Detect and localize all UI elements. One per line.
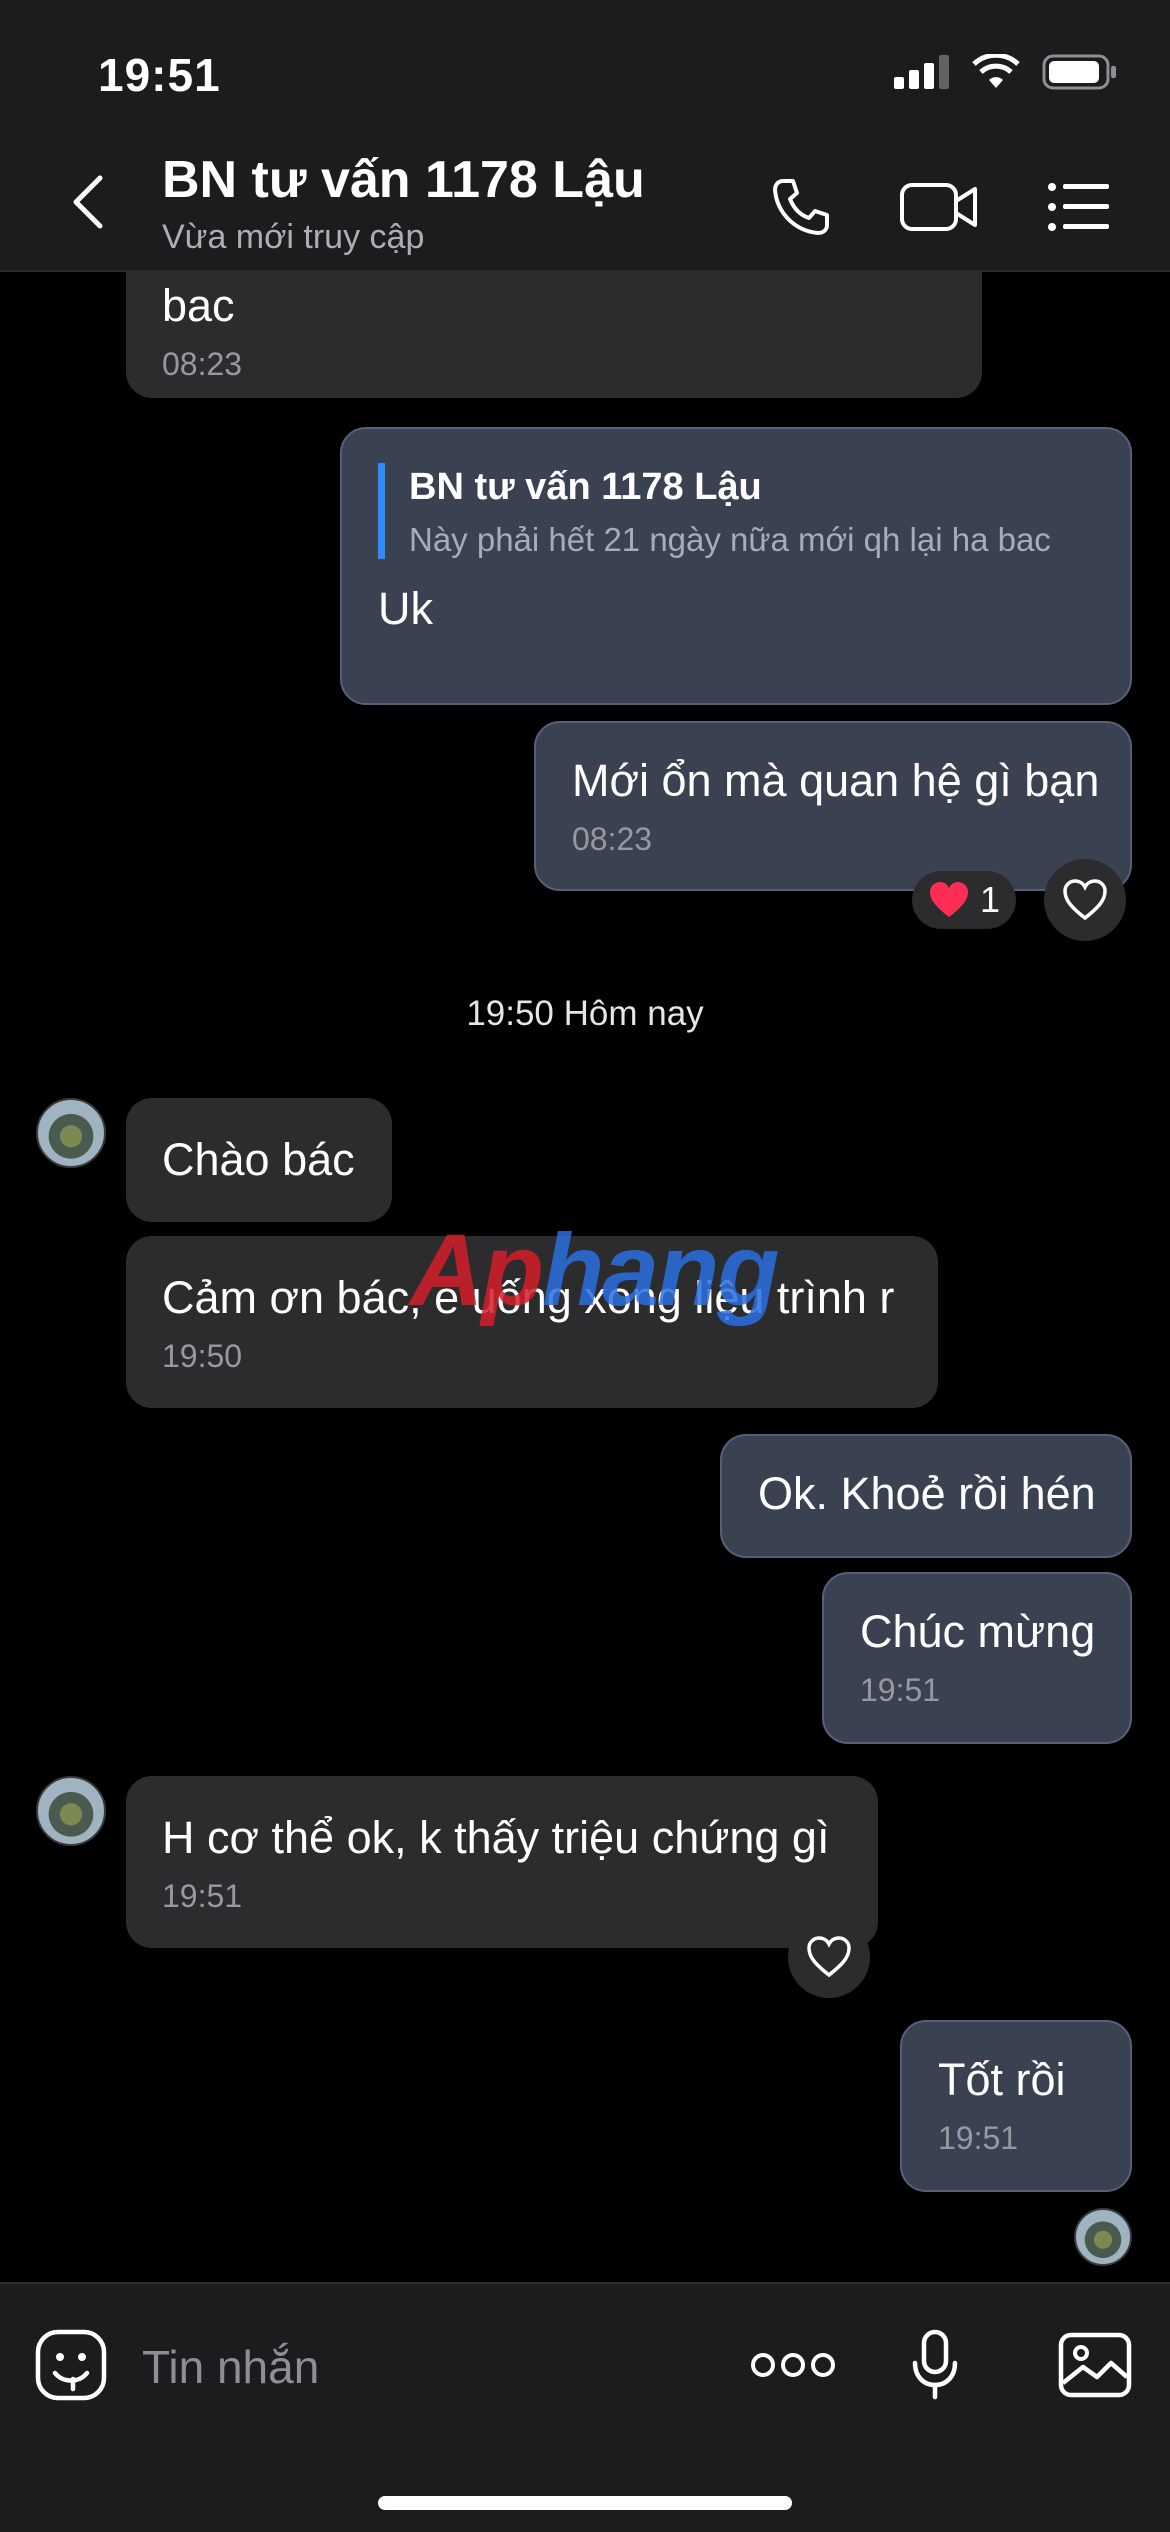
message-time: 19:50 xyxy=(162,1338,243,1374)
quoted-message[interactable]: BN tư vấn 1178 Lậu Này phải hết 21 ngày … xyxy=(378,463,1094,559)
message-time: 19:51 xyxy=(162,1878,243,1914)
avatar[interactable] xyxy=(36,1776,106,1846)
quote-author: BN tư vấn 1178 Lậu xyxy=(409,466,762,508)
watermark-part2: hang xyxy=(541,1213,780,1327)
date-divider: 19:50 Hôm nay xyxy=(466,994,704,1033)
message-text: Chúc mừng xyxy=(860,1606,1096,1657)
message-input[interactable]: Tin nhắn xyxy=(142,2340,319,2394)
message-outgoing-reply[interactable]: BN tư vấn 1178 Lậu Này phải hết 21 ngày … xyxy=(340,427,1132,705)
home-indicator xyxy=(378,2496,792,2510)
message-text: Mới ổn mà quan hệ gì bạn xyxy=(572,755,1100,806)
message-time: 08:23 xyxy=(572,821,653,857)
reaction-badge[interactable]: 1 xyxy=(912,871,1017,929)
message-time: 08:23 xyxy=(162,346,243,382)
status-time: 19:51 xyxy=(98,49,221,101)
sticker-icon[interactable] xyxy=(30,2324,112,2406)
chat-title[interactable]: BN tư vấn 1178 Lậu xyxy=(162,150,645,210)
avatar[interactable] xyxy=(36,1098,106,1168)
message-list[interactable]: bac 08:23 BN tư vấn 1178 Lậu Này phải hế… xyxy=(0,272,1170,2282)
message-outgoing[interactable]: Ok. Khoẻ rồi hén xyxy=(720,1434,1132,1558)
message-text: bac xyxy=(162,280,235,331)
composer-bar: Tin nhắn xyxy=(0,2282,1170,2532)
video-icon[interactable] xyxy=(894,172,984,242)
message-text: Chào bác xyxy=(162,1134,355,1185)
microphone-icon[interactable] xyxy=(894,2324,976,2406)
message-outgoing[interactable]: Chúc mừng 19:51 xyxy=(822,1572,1132,1744)
watermark-part1: Ap xyxy=(410,1213,544,1327)
chat-subtitle: Vừa mới truy cập xyxy=(162,218,425,256)
message-incoming[interactable]: bac 08:23 xyxy=(126,272,982,398)
message-incoming[interactable]: Chào bác xyxy=(126,1098,392,1222)
heart-react-button[interactable] xyxy=(788,1916,870,1998)
message-outgoing[interactable]: Tốt rồi 19:51 xyxy=(900,2020,1132,2192)
reaction-count: 1 xyxy=(980,879,1001,920)
battery-icon xyxy=(1042,54,1116,90)
message-time: 19:51 xyxy=(860,1672,941,1708)
more-options-icon[interactable] xyxy=(748,2324,838,2406)
phone-icon[interactable] xyxy=(756,172,846,242)
message-text: Uk xyxy=(378,583,433,634)
menu-list-icon[interactable] xyxy=(1034,172,1124,242)
message-incoming[interactable]: H cơ thể ok, k thấy triệu chứng gì 19:51 xyxy=(126,1776,878,1948)
message-text: Ok. Khoẻ rồi hén xyxy=(758,1468,1096,1519)
image-gallery-icon[interactable] xyxy=(1054,2324,1136,2406)
message-time: 19:51 xyxy=(938,2120,1019,2156)
message-text: H cơ thể ok, k thấy triệu chứng gì xyxy=(162,1812,830,1863)
signal-icon xyxy=(894,55,949,89)
wifi-icon xyxy=(972,54,1020,88)
heart-filled-icon xyxy=(930,882,968,917)
seen-avatar xyxy=(1074,2208,1132,2266)
status-icons xyxy=(894,54,1118,90)
watermark-logo: Aphang xyxy=(410,1212,780,1329)
chat-header: 19:51 BN tư vấn 1178 Lậu Vừa mới truy cậ… xyxy=(0,0,1170,272)
heart-react-button[interactable] xyxy=(1044,859,1126,941)
message-outgoing[interactable]: Mới ổn mà quan hệ gì bạn 08:23 xyxy=(534,721,1132,891)
back-chevron-icon[interactable] xyxy=(58,172,118,232)
heart-outline-icon xyxy=(807,1936,851,1978)
heart-outline-icon xyxy=(1063,879,1107,921)
message-text: Tốt rồi xyxy=(938,2054,1066,2105)
quote-text: Này phải hết 21 ngày nữa mới qh lại ha b… xyxy=(409,521,1051,558)
